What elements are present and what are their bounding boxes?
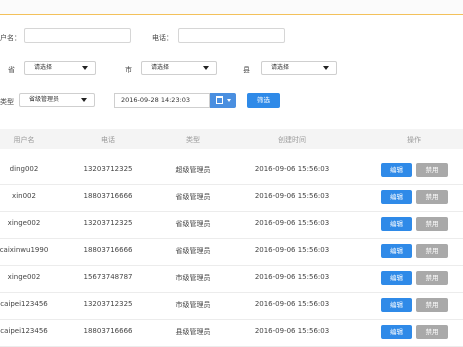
type-select-value: 省级管理员 bbox=[29, 96, 60, 103]
edit-button[interactable]: 编辑 bbox=[381, 244, 412, 258]
cell-type: 县级管理员 bbox=[175, 328, 211, 336]
cell-type: 市级管理员 bbox=[175, 274, 211, 282]
cell-username: caipei123456 bbox=[0, 300, 48, 308]
date-input[interactable]: 2016-09-28 14:23:03 bbox=[114, 93, 210, 108]
cell-phone: 13203712325 bbox=[83, 165, 133, 173]
cell-phone: 13203712325 bbox=[83, 219, 133, 227]
table-row: caipei123456 13203712325 市级管理员 2016-09-0… bbox=[0, 292, 463, 320]
disable-button[interactable]: 禁用 bbox=[416, 244, 448, 258]
header-created: 创建时间 bbox=[278, 136, 306, 144]
city-select-value: 请选择 bbox=[151, 64, 170, 71]
cell-created: 2016-09-06 15:56:03 bbox=[254, 219, 330, 227]
table-row: ding002 13203712325 超级管理员 2016-09-06 15:… bbox=[0, 157, 463, 185]
calendar-button[interactable] bbox=[210, 93, 236, 108]
province-select-value: 请选择 bbox=[34, 64, 53, 71]
type-label: 类型 bbox=[0, 98, 14, 106]
cell-phone: 18803716666 bbox=[83, 192, 133, 200]
cell-created: 2016-09-06 15:56:03 bbox=[254, 192, 330, 200]
province-select[interactable]: 请选择 bbox=[24, 61, 96, 75]
date-input-value: 2016-09-28 14:23:03 bbox=[121, 96, 191, 104]
cell-phone: 13203712325 bbox=[83, 300, 133, 308]
cell-created: 2016-09-06 15:56:03 bbox=[254, 165, 330, 173]
edit-button[interactable]: 编辑 bbox=[381, 298, 412, 312]
cell-username: ding002 bbox=[9, 165, 39, 173]
cell-phone: 18803716666 bbox=[83, 246, 133, 254]
header-phone: 电话 bbox=[101, 136, 115, 144]
cell-phone: 15673748787 bbox=[83, 273, 133, 281]
table-row: xin002 18803716666 省级管理员 2016-09-06 15:5… bbox=[0, 184, 463, 212]
table-row: xinge002 13203712325 省级管理员 2016-09-06 15… bbox=[0, 211, 463, 239]
cell-created: 2016-09-06 15:56:03 bbox=[254, 246, 330, 254]
disable-button[interactable]: 禁用 bbox=[416, 298, 448, 312]
cell-type: 省级管理员 bbox=[175, 220, 211, 228]
county-select[interactable]: 请选择 bbox=[261, 61, 337, 75]
province-label: 省 bbox=[8, 66, 15, 74]
chevron-down-icon bbox=[227, 99, 231, 102]
cell-created: 2016-09-06 15:56:03 bbox=[254, 300, 330, 308]
filter-button[interactable]: 筛选 bbox=[247, 93, 280, 108]
edit-button[interactable]: 编辑 bbox=[381, 163, 412, 177]
disable-button[interactable]: 禁用 bbox=[416, 190, 448, 204]
cell-username: xin002 bbox=[12, 192, 36, 200]
username-input[interactable] bbox=[24, 28, 131, 43]
type-select[interactable]: 省级管理员 bbox=[19, 93, 95, 107]
cell-username: xinge002 bbox=[7, 273, 41, 281]
phone-label: 电话： bbox=[152, 34, 173, 42]
edit-button[interactable]: 编辑 bbox=[381, 271, 412, 285]
table-header bbox=[0, 129, 463, 149]
header-actions: 操作 bbox=[407, 136, 421, 144]
cell-created: 2016-09-06 15:56:03 bbox=[254, 327, 330, 335]
cell-type: 超级管理员 bbox=[175, 166, 211, 174]
disable-button[interactable]: 禁用 bbox=[416, 271, 448, 285]
edit-button[interactable]: 编辑 bbox=[381, 217, 412, 231]
cell-username: caixinwu1990 bbox=[0, 246, 49, 254]
top-bar bbox=[0, 0, 463, 15]
cell-type: 市级管理员 bbox=[175, 301, 211, 309]
header-username: 用户名 bbox=[13, 136, 35, 144]
chevron-down-icon bbox=[81, 98, 87, 102]
county-select-value: 请选择 bbox=[271, 64, 290, 71]
phone-input[interactable] bbox=[178, 28, 285, 43]
table-row: caixinwu1990 18803716666 省级管理员 2016-09-0… bbox=[0, 238, 463, 266]
cell-username: xinge002 bbox=[7, 219, 41, 227]
chevron-down-icon bbox=[82, 66, 88, 70]
county-label: 县 bbox=[243, 66, 250, 74]
city-select[interactable]: 请选择 bbox=[141, 61, 217, 75]
cell-username: caipei123456 bbox=[0, 327, 48, 335]
cell-created: 2016-09-06 15:56:03 bbox=[254, 273, 330, 281]
edit-button[interactable]: 编辑 bbox=[381, 325, 412, 339]
calendar-icon bbox=[216, 96, 223, 104]
disable-button[interactable]: 禁用 bbox=[416, 217, 448, 231]
chevron-down-icon bbox=[323, 66, 329, 70]
chevron-down-icon bbox=[203, 66, 209, 70]
disable-button[interactable]: 禁用 bbox=[416, 325, 448, 339]
header-type: 类型 bbox=[186, 136, 200, 144]
username-label: 户名： bbox=[0, 34, 21, 42]
cell-phone: 18803716666 bbox=[83, 327, 133, 335]
disable-button[interactable]: 禁用 bbox=[416, 163, 448, 177]
table-row: xinge002 15673748787 市级管理员 2016-09-06 15… bbox=[0, 265, 463, 293]
cell-type: 省级管理员 bbox=[175, 193, 211, 201]
city-label: 市 bbox=[125, 66, 132, 74]
edit-button[interactable]: 编辑 bbox=[381, 190, 412, 204]
cell-type: 省级管理员 bbox=[175, 247, 211, 255]
